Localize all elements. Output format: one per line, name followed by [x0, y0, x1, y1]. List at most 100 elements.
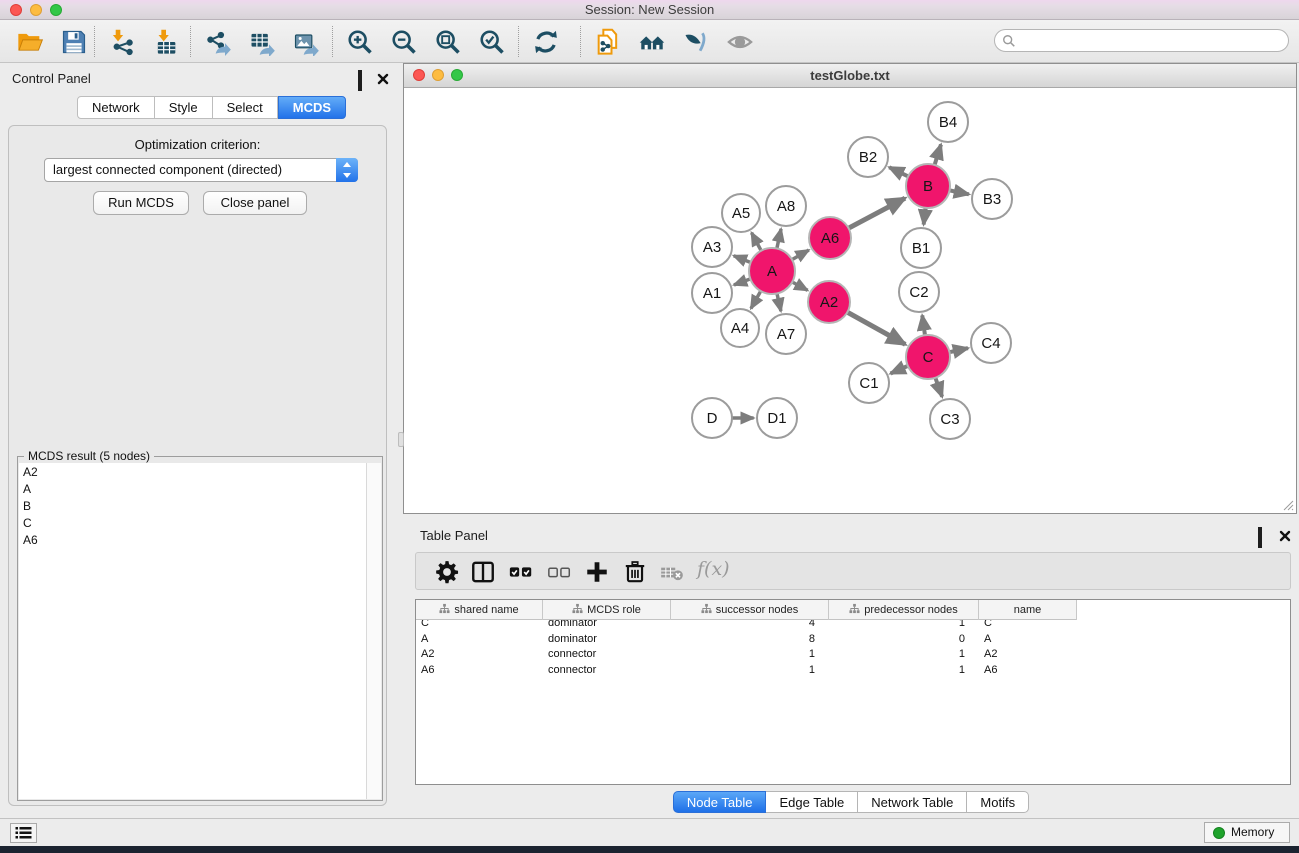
edge-C-C1[interactable]: [891, 366, 908, 374]
edge-B-B4[interactable]: [935, 145, 941, 165]
search-input[interactable]: [1021, 31, 1281, 50]
cell-MCDS-role[interactable]: connector: [543, 663, 671, 679]
delete-table-icon[interactable]: [659, 559, 685, 585]
edge-C-C2[interactable]: [922, 315, 925, 335]
node-label-A2: A2: [820, 294, 838, 311]
column-header-predecessor-nodes[interactable]: predecessor nodes: [829, 600, 979, 620]
settings-gear-icon[interactable]: [434, 559, 460, 585]
edge-A-A2[interactable]: [792, 282, 807, 290]
float-table-panel-icon[interactable]: [1258, 529, 1271, 542]
open-session-icon[interactable]: [16, 28, 44, 56]
close-panel-button[interactable]: Close panel: [203, 191, 307, 215]
export-table-icon[interactable]: [248, 28, 276, 56]
edge-A-A4[interactable]: [751, 291, 761, 308]
edge-C-C3[interactable]: [935, 378, 942, 397]
cell-shared-name[interactable]: A: [416, 632, 543, 648]
edge-A-A1[interactable]: [734, 279, 750, 285]
deselect-all-icon[interactable]: [547, 559, 573, 585]
cell-name[interactable]: A: [979, 632, 1077, 648]
edge-A-A5[interactable]: [752, 233, 762, 251]
tab-node-table[interactable]: Node Table: [673, 791, 767, 813]
mcds-result-list[interactable]: A2ABCA6: [19, 463, 367, 799]
delete-column-icon[interactable]: [622, 559, 648, 585]
criterion-dropdown[interactable]: largest connected component (directed): [44, 158, 358, 182]
zoom-out-icon[interactable]: [390, 28, 418, 56]
network-window-titlebar[interactable]: testGlobe.txt: [404, 64, 1296, 88]
save-session-icon[interactable]: [60, 28, 88, 56]
zoom-in-icon[interactable]: [346, 28, 374, 56]
export-image-icon[interactable]: [292, 28, 320, 56]
column-header-name[interactable]: name: [979, 600, 1077, 620]
result-item[interactable]: A2: [19, 463, 367, 480]
node-label-B1: B1: [912, 240, 930, 257]
search-box[interactable]: [994, 29, 1289, 52]
node-label-A5: A5: [732, 205, 750, 222]
tab-network[interactable]: Network: [77, 96, 155, 119]
edge-A6-B[interactable]: [849, 198, 905, 228]
edge-A-A6[interactable]: [792, 250, 809, 260]
edge-A-A7[interactable]: [777, 293, 781, 311]
tab-select[interactable]: Select: [213, 96, 278, 119]
show-all-icon[interactable]: [726, 28, 754, 56]
result-item[interactable]: A6: [19, 531, 367, 548]
edge-B-B1[interactable]: [924, 208, 926, 225]
table-row[interactable]: A2connector11A2: [416, 647, 1290, 663]
control-panel-header: Control Panel: [0, 69, 395, 89]
cell-name[interactable]: A2: [979, 647, 1077, 663]
close-table-panel-icon[interactable]: [1279, 529, 1292, 542]
cell-predecessor-nodes[interactable]: 0: [829, 632, 979, 648]
network-graph[interactable]: B4B2BB3B1A5A8A6A3AA1A2C2A4A7C4CC1C3DD1: [404, 89, 1296, 513]
cell-predecessor-nodes[interactable]: 1: [829, 663, 979, 679]
zoom-selected-icon[interactable]: [478, 28, 506, 56]
column-header-successor-nodes[interactable]: successor nodes: [671, 600, 829, 620]
cell-MCDS-role[interactable]: dominator: [543, 632, 671, 648]
network-canvas[interactable]: B4B2BB3B1A5A8A6A3AA1A2C2A4A7C4CC1C3DD1: [404, 89, 1296, 513]
tab-motifs[interactable]: Motifs: [967, 791, 1029, 813]
function-builder-icon[interactable]: f(x): [697, 558, 730, 580]
cell-successor-nodes[interactable]: 8: [671, 632, 829, 648]
column-header-shared-name[interactable]: shared name: [416, 600, 543, 620]
cell-MCDS-role[interactable]: connector: [543, 647, 671, 663]
tab-edge-table[interactable]: Edge Table: [766, 791, 858, 813]
first-neighbors-icon[interactable]: [638, 28, 666, 56]
export-network-icon[interactable]: [204, 28, 232, 56]
run-mcds-button[interactable]: Run MCDS: [93, 191, 189, 215]
memory-button[interactable]: Memory: [1204, 822, 1290, 843]
import-network-icon[interactable]: [108, 28, 136, 56]
result-scrollbar[interactable]: [366, 463, 381, 799]
cell-name[interactable]: A6: [979, 663, 1077, 679]
table-row[interactable]: A6connector11A6: [416, 663, 1290, 679]
table-row[interactable]: Adominator80A: [416, 632, 1290, 648]
edge-A-A3[interactable]: [734, 256, 751, 263]
cell-shared-name[interactable]: A6: [416, 663, 543, 679]
tab-network-table[interactable]: Network Table: [858, 791, 967, 813]
resize-grip-icon[interactable]: [1280, 497, 1294, 511]
cell-successor-nodes[interactable]: 1: [671, 647, 829, 663]
zoom-fit-icon[interactable]: [434, 28, 462, 56]
import-table-icon[interactable]: [152, 28, 180, 56]
edge-B-B3[interactable]: [950, 190, 969, 194]
tab-mcds[interactable]: MCDS: [278, 96, 346, 119]
task-history-button[interactable]: [10, 823, 37, 843]
add-column-icon[interactable]: [584, 559, 610, 585]
refresh-icon[interactable]: [532, 28, 560, 56]
result-item[interactable]: C: [19, 514, 367, 531]
result-item[interactable]: B: [19, 497, 367, 514]
column-header-MCDS-role[interactable]: MCDS role: [543, 600, 671, 620]
column-view-icon[interactable]: [470, 559, 496, 585]
tab-style[interactable]: Style: [155, 96, 213, 119]
cell-predecessor-nodes[interactable]: 1: [829, 647, 979, 663]
edge-A-A8[interactable]: [777, 229, 781, 249]
close-panel-icon[interactable]: [377, 72, 390, 85]
new-network-from-selection-icon[interactable]: [594, 28, 622, 56]
edge-A2-C[interactable]: [847, 312, 905, 344]
edge-B-B2[interactable]: [889, 167, 908, 176]
result-item[interactable]: A: [19, 480, 367, 497]
cell-shared-name[interactable]: A2: [416, 647, 543, 663]
edge-C-C4[interactable]: [949, 348, 967, 352]
cell-successor-nodes[interactable]: 1: [671, 663, 829, 679]
float-panel-icon[interactable]: [358, 72, 371, 85]
hide-selected-icon[interactable]: [682, 28, 710, 56]
toolbar-separator: [580, 26, 581, 57]
select-all-icon[interactable]: [508, 559, 534, 585]
